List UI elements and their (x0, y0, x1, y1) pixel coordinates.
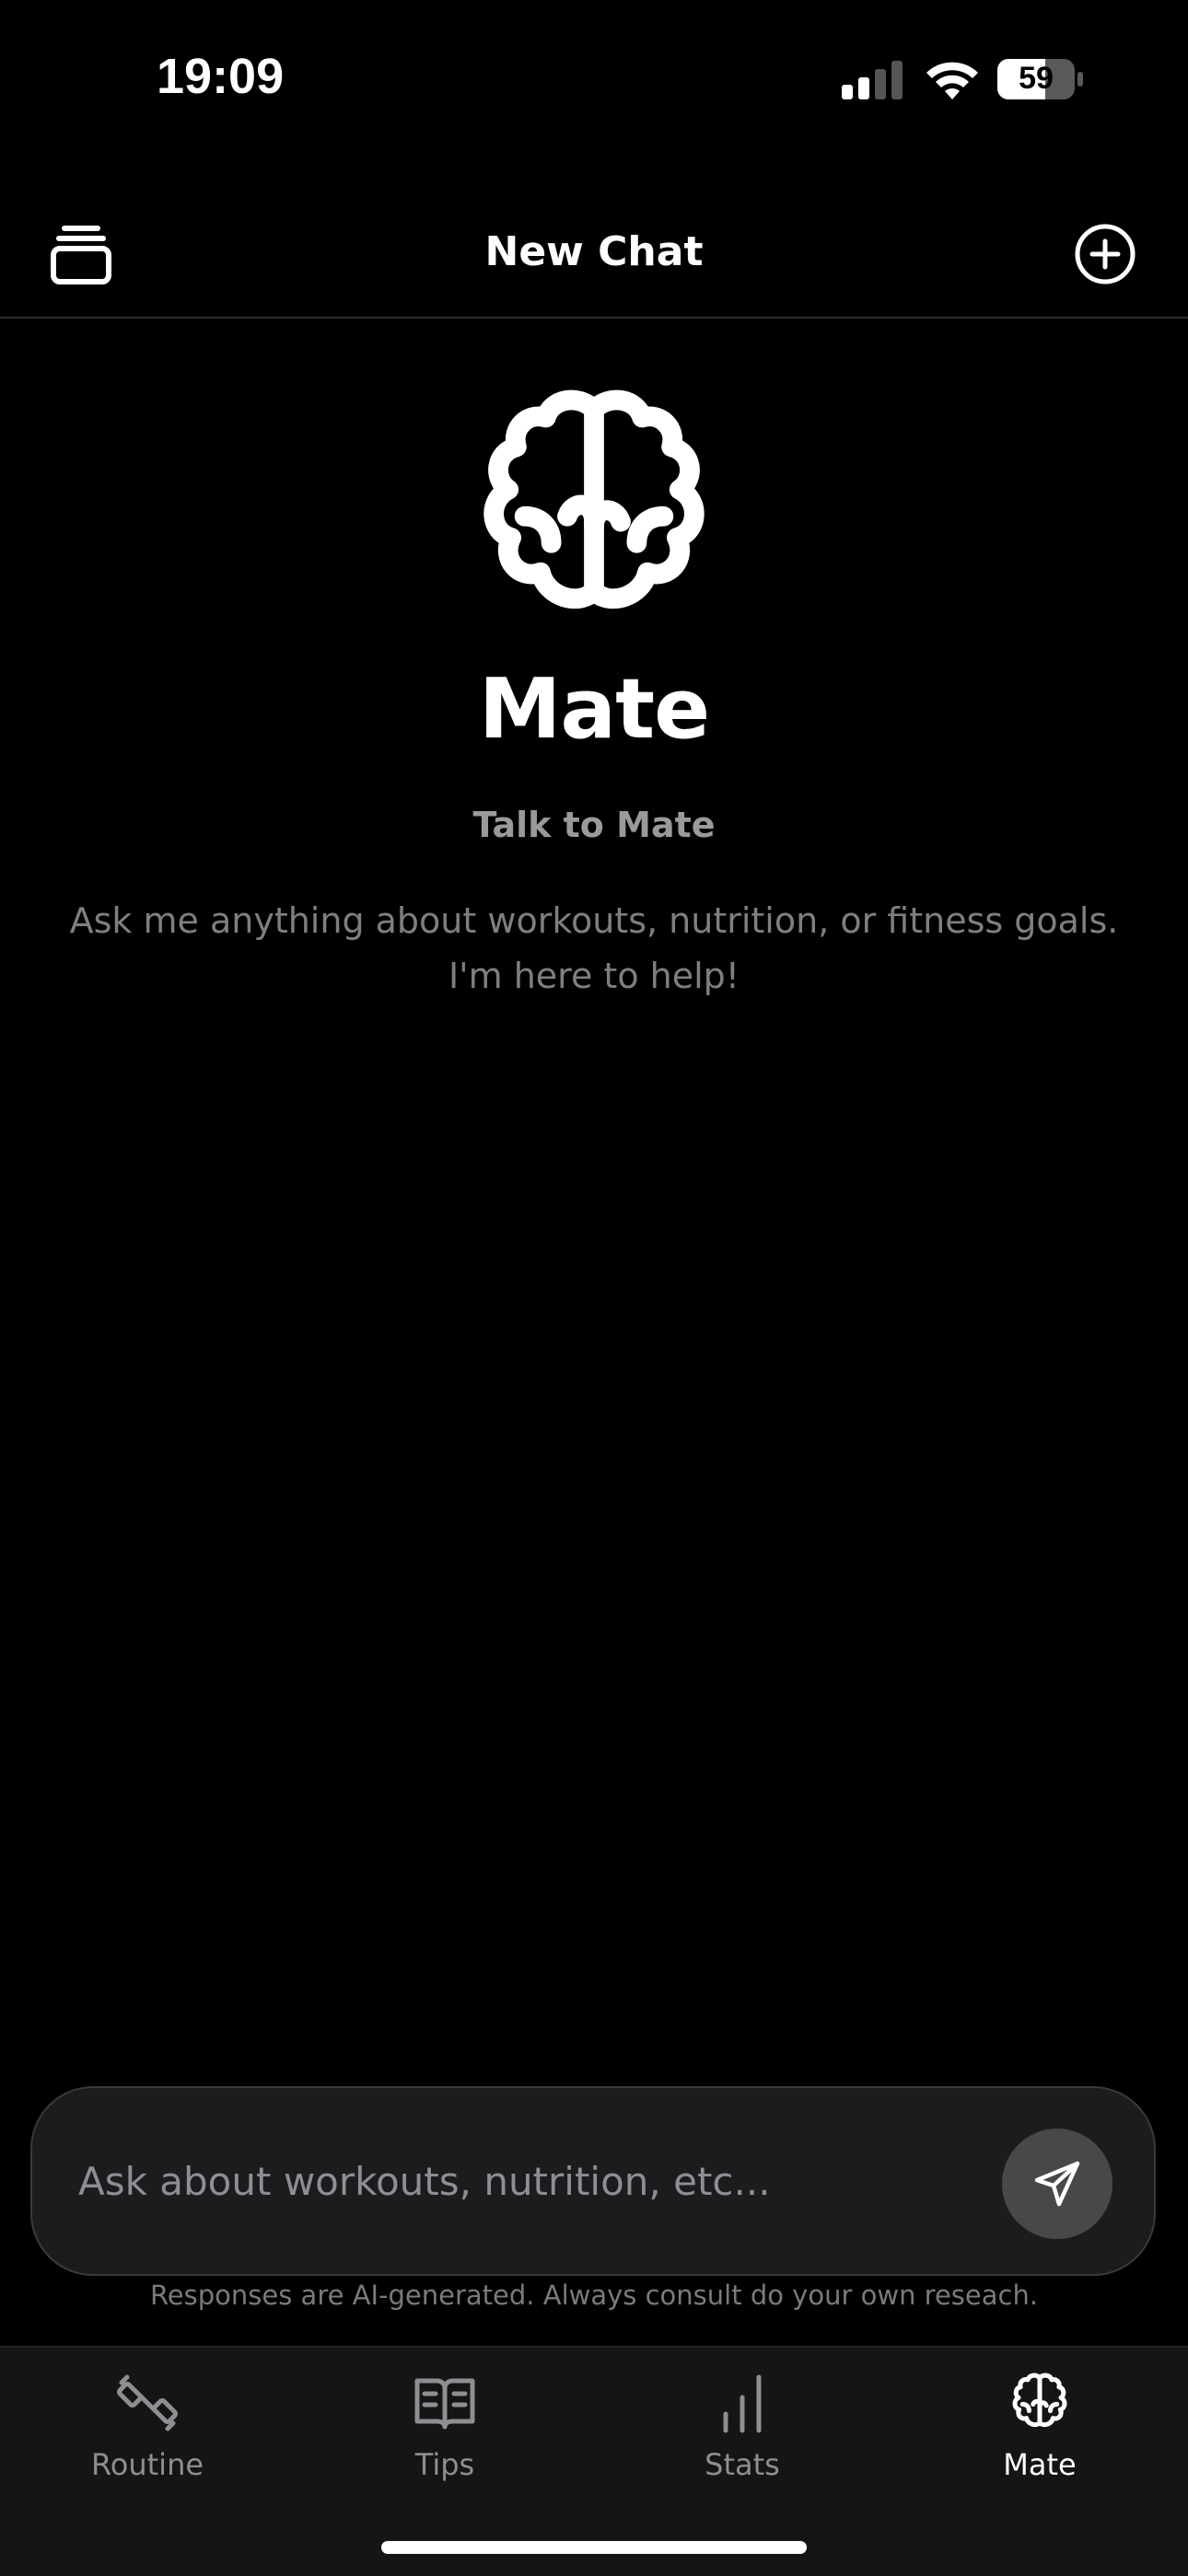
wifi-icon (926, 62, 978, 99)
tab-tips[interactable]: Tips (353, 2370, 537, 2499)
brain-icon (1012, 2373, 1067, 2428)
bar-chart-icon (723, 2374, 762, 2433)
status-time: 19:09 (157, 49, 285, 104)
tab-mate[interactable]: Mate (948, 2370, 1132, 2499)
status-bar: 19:09 59 (0, 0, 1188, 157)
brain-icon (483, 389, 705, 609)
home-indicator[interactable] (381, 2541, 807, 2554)
dumbbell-icon (117, 2374, 178, 2431)
plus-circle-icon (1075, 224, 1136, 284)
hero-description: Ask me anything about workouts, nutritio… (69, 900, 1119, 996)
tab-label: Stats (705, 2447, 780, 2482)
ai-disclaimer: Responses are AI-generated. Always consu… (149, 2280, 1039, 2311)
signal-icon (842, 61, 903, 99)
tab-stats[interactable]: Stats (650, 2370, 834, 2499)
tab-label: Tips (414, 2447, 475, 2482)
page-title: New Chat (484, 228, 704, 275)
app-header: New Chat (0, 184, 1188, 319)
tab-routine[interactable]: Routine (55, 2370, 239, 2499)
chat-input[interactable] (76, 2143, 983, 2219)
hero-subtitle: Talk to Mate (472, 805, 716, 845)
chat-input-container (30, 2086, 1156, 2276)
battery-icon: 59 (996, 57, 1085, 101)
new-chat-button[interactable] (1072, 221, 1138, 287)
book-icon (414, 2378, 475, 2430)
tab-label: Mate (1003, 2447, 1077, 2482)
tab-bar: Routine Tips Stats Mate (0, 2346, 1188, 2576)
send-icon (1034, 2161, 1080, 2207)
tab-label: Routine (90, 2447, 204, 2482)
battery-level: 59 (1019, 61, 1054, 96)
hero-title: Mate (478, 661, 710, 758)
send-button[interactable] (1002, 2129, 1112, 2239)
